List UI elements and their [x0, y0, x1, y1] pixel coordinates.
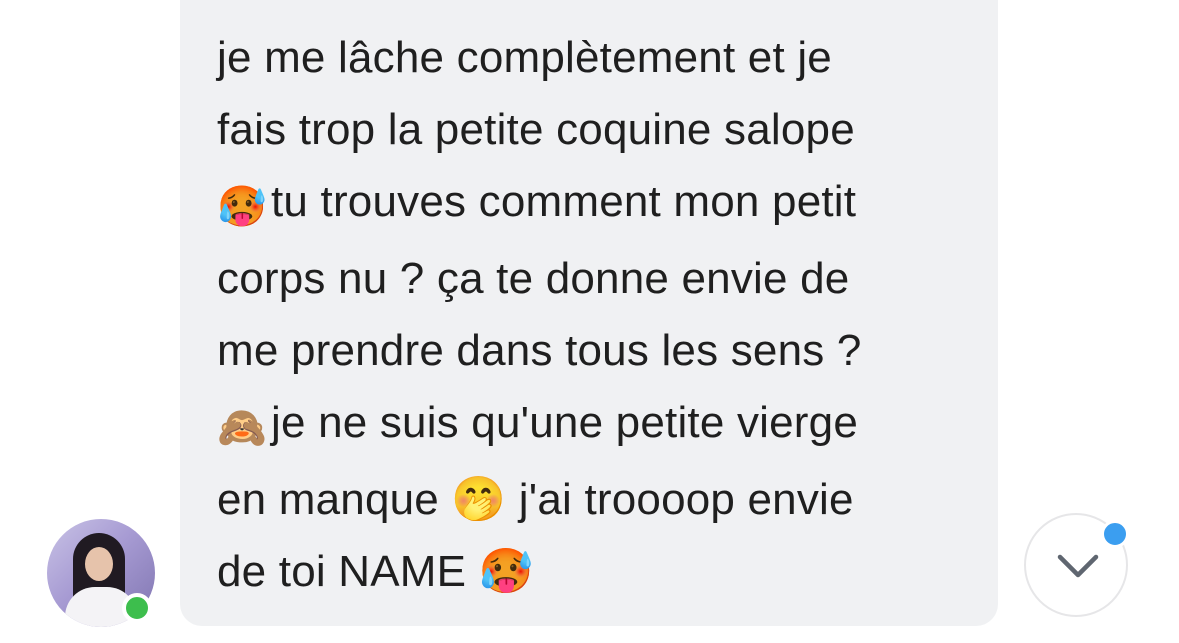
message-line: me prendre dans tous les sens ? [217, 326, 862, 375]
message-line: fais trop la petite coquine salope [217, 105, 855, 154]
message-line: je me lâche complètement et je [217, 33, 832, 82]
avatar-face [85, 547, 113, 581]
see-no-evil-monkey-emoji-icon: 🙈 [217, 405, 268, 451]
message-line: en manque 🤭 j'ai troooop envie [217, 475, 854, 524]
chevron-down-icon [1057, 554, 1099, 578]
hot-face-emoji-icon: 🥵 [217, 184, 268, 230]
message-line: 🙈je ne suis qu'une petite vierge [217, 387, 968, 464]
online-status-indicator [122, 593, 152, 623]
message-bubble: je me lâche complètement et je fais trop… [180, 0, 998, 626]
chat-view: je me lâche complètement et je fais trop… [0, 0, 1179, 643]
message-line: de toi NAME 🥵 [217, 547, 534, 596]
message-line: 🥵tu trouves comment mon petit [217, 166, 968, 243]
message-line: corps nu ? ça te donne envie de [217, 254, 850, 303]
notification-dot [1101, 520, 1129, 548]
